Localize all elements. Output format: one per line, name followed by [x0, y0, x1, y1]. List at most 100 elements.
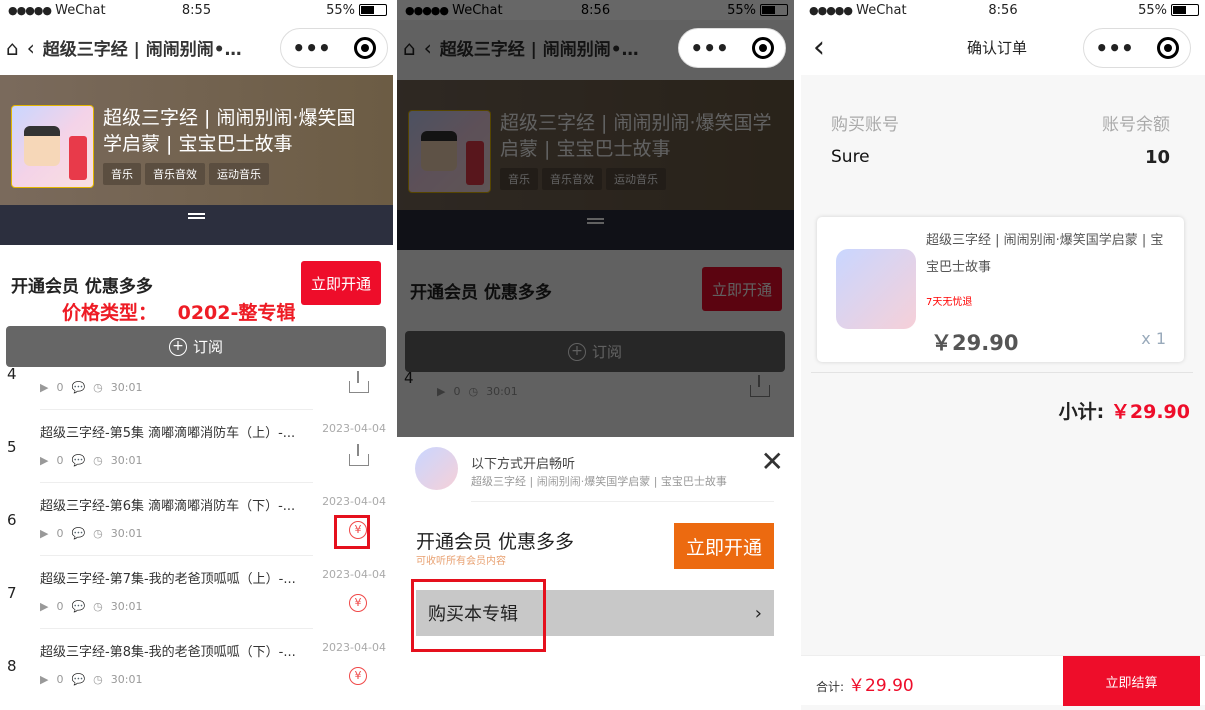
close-miniprogram-icon[interactable]: [1156, 37, 1179, 59]
open-member-button[interactable]: 立即开通: [301, 261, 381, 305]
page-title: 确认订单: [967, 39, 1028, 57]
download-icon[interactable]: [349, 371, 369, 395]
carrier: WeChat: [452, 2, 503, 18]
nav-bar: ‹ 确认订单 •••: [801, 20, 1205, 75]
episode-row[interactable]: 5 超级三字经-第5集 滴嘟滴嘟消防车（上）-... 2023-04-04 ▶ 0…: [0, 410, 393, 483]
battery-percent: 55%: [727, 2, 756, 18]
pay-yen-icon[interactable]: ¥: [349, 667, 369, 687]
duration: 30:01: [110, 527, 143, 540]
refund-tag: 7天无忧退: [926, 297, 973, 308]
duration: 30:01: [110, 381, 143, 394]
tag[interactable]: 音乐: [103, 163, 141, 185]
clock-icon: ◷: [93, 673, 103, 686]
clock-icon: ◷: [93, 600, 103, 613]
total-value: ￥29.90: [848, 676, 914, 696]
mini-program-capsule[interactable]: •••: [1083, 28, 1191, 68]
home-icon[interactable]: ⌂: [6, 36, 19, 60]
more-icon[interactable]: •••: [690, 36, 728, 60]
duration: 30:01: [110, 600, 143, 613]
play-count: 0: [56, 381, 64, 394]
purchase-sheet: 以下方式开启畅听 超级三字经 | 闹闹别闹·爆笑国学启蒙 | 宝宝巴士故事 ✕ …: [397, 437, 794, 710]
episode-date: 2023-04-04: [322, 641, 386, 654]
episode-number: 5: [7, 438, 17, 456]
subtotal-label: 小计:: [1058, 401, 1105, 423]
member-promo: 开通会员 优惠多多: [416, 531, 575, 553]
carrier: WeChat: [55, 2, 106, 18]
episode-number: 4: [7, 365, 17, 383]
back-icon[interactable]: ‹: [27, 36, 35, 60]
account-label: 购买账号: [831, 115, 899, 135]
account-section: 购买账号 账号余额 Sure 10: [801, 75, 1205, 200]
battery-icon: [1171, 4, 1199, 16]
sheet-title: 以下方式开启畅听: [471, 457, 576, 472]
play-count: 0: [56, 454, 64, 467]
purchase-sheet-screen: ⌂ ‹ 超级三字经 | 闹闹别闹•爆笑国学启蒙 | 宝宝巴士故事 超级三字经 |…: [397, 0, 794, 710]
episode-row[interactable]: 4 ▶ 0 💬 ◷ 30:01: [0, 337, 393, 410]
episode-date: 2023-04-04: [322, 495, 386, 508]
play-icon: ▶: [40, 600, 49, 613]
battery-icon: [359, 4, 387, 16]
clock: 8:55: [181, 2, 212, 18]
album-header: 超级三字经 | 闹闹别闹·爆笑国学启蒙 | 宝宝巴士故事 音乐 音乐音效 运动音…: [0, 75, 393, 205]
episode-title: 超级三字经-第8集-我的老爸顶呱呱（下）-...: [40, 645, 296, 660]
balance-label: 账号余额: [1102, 115, 1170, 135]
battery-percent: 55%: [326, 2, 355, 18]
comment-icon: 💬: [71, 454, 86, 467]
checkout-button[interactable]: 立即结算: [1063, 656, 1200, 706]
status-bar: ●●●●● WeChat 8:56 55%: [397, 0, 794, 20]
clock-icon: ◷: [93, 381, 103, 394]
battery-percent: 55%: [1138, 2, 1167, 18]
carrier: WeChat: [856, 2, 907, 18]
chevron-right-icon: ›: [754, 602, 762, 624]
page-title: 超级三字经 | 闹闹别闹•爆笑国学启蒙 | 宝宝巴士故事: [42, 40, 248, 60]
signal-icon: ●●●●●: [405, 3, 449, 17]
play-icon: ▶: [40, 454, 49, 467]
close-miniprogram-icon[interactable]: [751, 37, 774, 59]
member-subtitle: 可收听所有会员内容: [416, 556, 506, 567]
duration: 30:01: [110, 454, 143, 467]
episode-row[interactable]: 8 超级三字经-第8集-我的老爸顶呱呱（下）-... 2023-04-04 ▶ 0…: [0, 629, 393, 702]
play-count: 0: [56, 527, 64, 540]
order-item-card: 超级三字经 | 闹闹别闹·爆笑国学启蒙 | 宝宝巴士故事 7天无忧退 ￥29.9…: [817, 217, 1184, 362]
episode-number: 7: [7, 584, 17, 602]
back-icon[interactable]: ‹: [813, 30, 825, 65]
item-quantity: x 1: [1141, 329, 1166, 348]
mini-program-capsule[interactable]: •••: [280, 28, 388, 68]
more-icon[interactable]: •••: [292, 36, 330, 60]
mini-program-capsule[interactable]: •••: [678, 28, 786, 68]
price-type-annotation: 价格类型： 0202-整专辑: [62, 302, 296, 324]
pay-yen-icon[interactable]: ¥: [349, 594, 369, 614]
signal-icon: ●●●●●: [8, 3, 52, 17]
play-icon: ▶: [40, 673, 49, 686]
close-miniprogram-icon[interactable]: [353, 37, 376, 59]
nav-bar: ⌂ ‹ 超级三字经 | 闹闹别闹•爆笑国学启蒙 | 宝宝巴士故事 •••: [0, 20, 393, 75]
more-icon[interactable]: •••: [1095, 36, 1133, 60]
play-icon: ▶: [40, 381, 49, 394]
subtotal: 小计: ￥29.90: [1059, 397, 1190, 424]
comment-icon: 💬: [71, 527, 86, 540]
close-icon[interactable]: ✕: [761, 445, 784, 478]
clock: 8:56: [988, 2, 1018, 18]
play-count: 0: [56, 673, 64, 686]
download-icon[interactable]: [349, 444, 369, 468]
menu-icon: [188, 213, 205, 219]
episode-row[interactable]: 7 超级三字经-第7集-我的老爸顶呱呱（上）-... 2023-04-04 ▶ 0…: [0, 556, 393, 629]
open-member-button[interactable]: 立即开通: [674, 523, 774, 569]
episode-number: 8: [7, 657, 17, 675]
duration: 30:01: [110, 673, 143, 686]
highlight-box: [411, 579, 546, 652]
checkout-bar: 合计: ￥29.90 立即结算: [801, 655, 1205, 706]
episode-date: 2023-04-04: [322, 422, 386, 435]
album-title: 超级三字经 | 闹闹别闹·爆笑国学启蒙 | 宝宝巴士故事: [103, 107, 356, 155]
item-image: [836, 249, 916, 329]
member-promo: 开通会员 优惠多多: [11, 277, 153, 297]
expand-bar[interactable]: [0, 205, 393, 245]
account-value: Sure: [831, 147, 870, 167]
status-bar: ●●●●● WeChat 8:56 55%: [801, 0, 1205, 20]
tag[interactable]: 音乐音效: [145, 163, 205, 185]
episode-date: 2023-04-04: [322, 568, 386, 581]
episode-title: 超级三字经-第6集 滴嘟滴嘟消防车（下）-...: [40, 499, 296, 514]
episode-number: 6: [7, 511, 17, 529]
tag[interactable]: 运动音乐: [209, 163, 269, 185]
subtotal-value: ￥29.90: [1110, 401, 1190, 423]
